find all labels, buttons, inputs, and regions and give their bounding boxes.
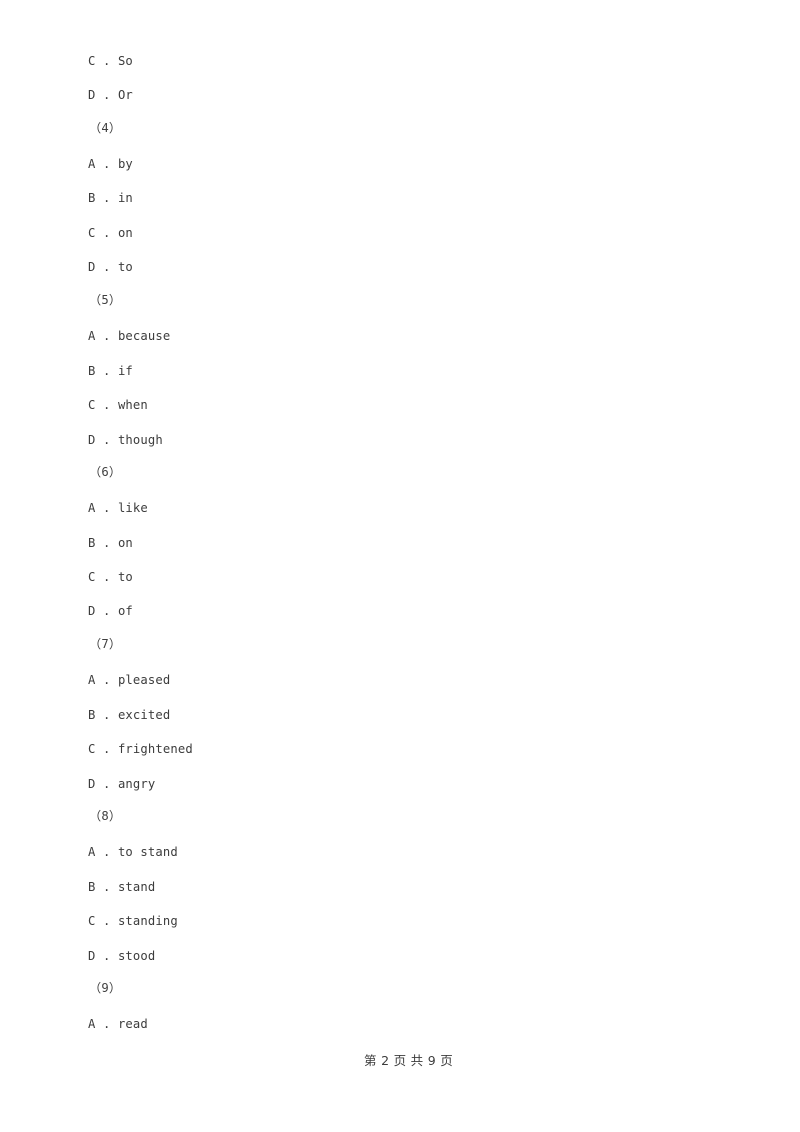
- answer-option-line: B . stand: [88, 880, 156, 894]
- answer-option-line: C . standing: [88, 914, 178, 928]
- answer-option-line: B . on: [88, 536, 133, 550]
- answer-option-line: B . in: [88, 191, 133, 205]
- answer-option-line: D . of: [88, 604, 133, 618]
- answer-option-line: A . read: [88, 1017, 148, 1031]
- answer-option-line: A . because: [88, 329, 171, 343]
- answer-option-line: B . excited: [88, 708, 171, 722]
- answer-option-line: D . though: [88, 433, 163, 447]
- question-number-label: （8）: [89, 809, 122, 823]
- answer-option-line: A . by: [88, 157, 133, 171]
- answer-option-line: D . stood: [88, 949, 156, 963]
- page-footer: 第 2 页 共 9 页: [0, 1035, 800, 1084]
- answer-option-line: A . like: [88, 501, 148, 515]
- document-page: C . So D . Or （4） A . by B . in C . on D . to （…: [0, 0, 800, 1132]
- answer-option-line: C . on: [88, 226, 133, 240]
- answer-option-line: C . to: [88, 570, 133, 584]
- answer-option-line: C . when: [88, 398, 148, 412]
- question-number-label: （4）: [89, 121, 122, 135]
- page-number-label: 第 2 页 共 9 页: [364, 1053, 454, 1068]
- question-number-label: （6）: [89, 465, 122, 479]
- answer-option-line: A . pleased: [88, 673, 171, 687]
- question-number-label: （5）: [89, 293, 122, 307]
- answer-option-line: D . angry: [88, 777, 156, 791]
- answer-option-line: C . frightened: [88, 742, 193, 756]
- answer-option-line: A . to stand: [88, 845, 178, 859]
- question-number-label: （9）: [89, 981, 122, 995]
- answer-option-line: C . So: [88, 54, 133, 68]
- answer-option-line: B . if: [88, 364, 133, 378]
- answer-option-line: D . to: [88, 260, 133, 274]
- question-number-label: （7）: [89, 637, 122, 651]
- answer-option-line: D . Or: [88, 88, 133, 102]
